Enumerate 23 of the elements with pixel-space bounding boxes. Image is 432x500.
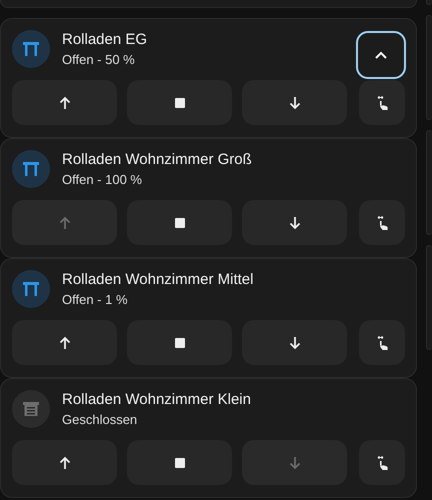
cover-state: Offen - 100 % <box>62 172 143 187</box>
tilt-button[interactable] <box>359 320 405 365</box>
stop-button[interactable] <box>127 320 232 365</box>
window-open-icon <box>22 280 40 298</box>
cover-name: Rolladen Wohnzimmer Mittel <box>62 271 254 288</box>
window-closed-icon <box>22 400 40 418</box>
cover-state: Geschlossen <box>62 412 138 427</box>
stop-button[interactable] <box>127 440 232 485</box>
stop-button[interactable] <box>127 200 232 245</box>
tilt-button[interactable] <box>359 440 405 485</box>
window-open-icon <box>22 40 40 58</box>
cover-name: Rolladen EG <box>62 31 148 48</box>
window-open-icon <box>22 160 40 178</box>
tilt-button[interactable] <box>359 80 405 125</box>
chevron-up-icon <box>374 50 388 60</box>
stop-button[interactable] <box>127 80 232 125</box>
collapse-button[interactable] <box>356 31 406 79</box>
cover-name: Rolladen Wohnzimmer Klein <box>62 391 251 408</box>
tilt-button[interactable] <box>359 200 405 245</box>
cover-name: Rolladen Wohnzimmer Groß <box>62 151 252 168</box>
card-background <box>426 0 432 5</box>
cover-state: Offen - 1 % <box>62 292 129 307</box>
cover-state: Offen - 50 % <box>62 52 136 67</box>
